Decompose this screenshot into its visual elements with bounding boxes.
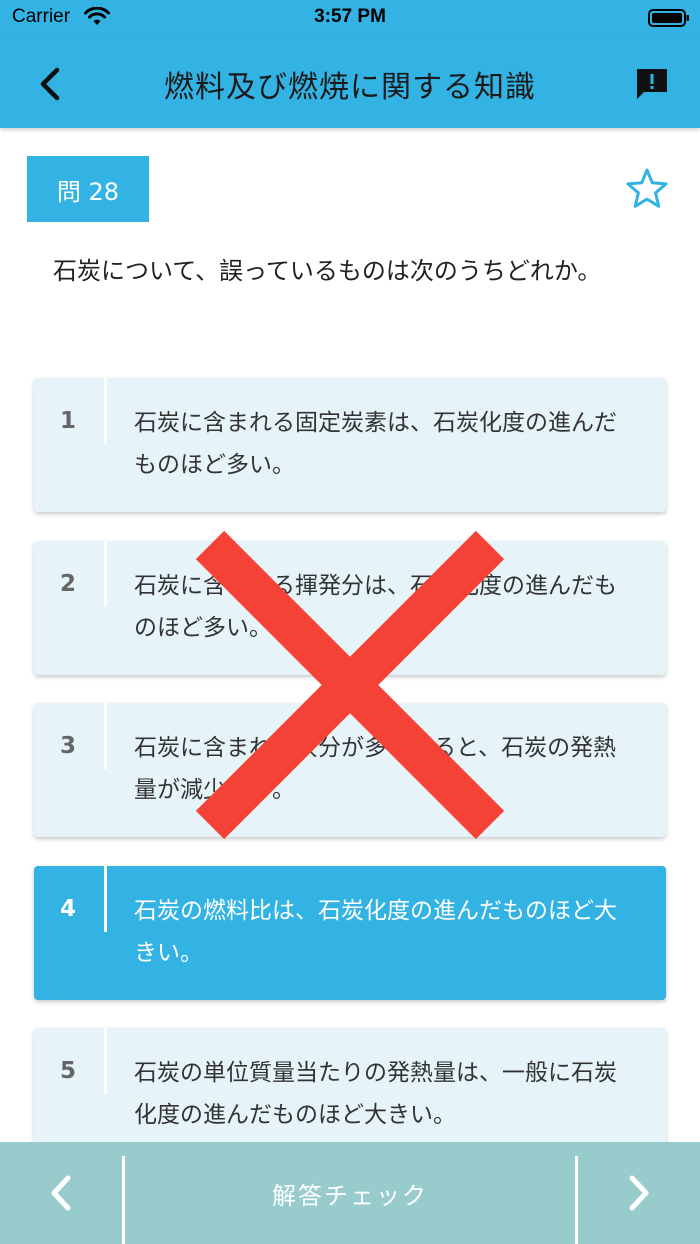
choice-number: 1 xyxy=(60,408,77,434)
choice-text: 石炭に含まれる固定炭素は、石炭化度の進んだものほど多い。 xyxy=(134,410,617,478)
choice-divider xyxy=(104,541,107,607)
choice-divider xyxy=(104,866,107,932)
choice-text: 石炭の単位質量当たりの発熱量は、一般に石炭化度の進んだものほど大きい。 xyxy=(134,1060,617,1128)
choice-number: 2 xyxy=(60,571,77,597)
report-button[interactable] xyxy=(630,62,674,106)
status-time: 3:57 PM xyxy=(314,6,386,27)
nav-bar: 燃料及び燃焼に関する知識 xyxy=(0,40,700,128)
report-bubble-icon xyxy=(637,69,667,99)
choice-2[interactable]: 2 石炭に含まれる揮発分は、石炭化度の進んだものほど多い。 xyxy=(34,541,666,675)
choice-number: 3 xyxy=(60,733,77,759)
back-button[interactable] xyxy=(28,62,72,106)
choice-text: 石炭に含まれる揮発分は、石炭化度の進んだものほど多い。 xyxy=(134,573,617,641)
question-number-badge: 問 28 xyxy=(27,156,149,222)
chevron-right-icon xyxy=(629,1175,649,1211)
chevron-left-icon xyxy=(40,67,60,101)
chevron-left-icon xyxy=(51,1175,71,1211)
previous-question-button[interactable] xyxy=(0,1142,122,1244)
star-outline-icon xyxy=(626,168,668,208)
battery-icon xyxy=(648,9,689,27)
choice-text: 石炭の燃料比は、石炭化度の進んだものほど大きい。 xyxy=(134,898,617,966)
choice-4[interactable]: 4 石炭の燃料比は、石炭化度の進んだものほど大きい。 xyxy=(34,866,666,1000)
choice-divider xyxy=(104,378,107,444)
status-bar: Carrier 3:57 PM xyxy=(0,0,700,40)
choice-divider xyxy=(104,703,107,769)
bottom-toolbar: 解答チェック xyxy=(0,1142,700,1244)
page-title: 燃料及び燃焼に関する知識 xyxy=(164,70,536,105)
question-text: 石炭について、誤っているものは次のうちどれか。 xyxy=(53,257,602,285)
check-answer-button[interactable]: 解答チェック xyxy=(125,1142,575,1244)
choice-number: 5 xyxy=(60,1058,77,1084)
choice-3[interactable]: 3 石炭に含まれる灰分が多くなると、石炭の発熱量が減少する。 xyxy=(34,703,666,837)
choice-1[interactable]: 1 石炭に含まれる固定炭素は、石炭化度の進んだものほど多い。 xyxy=(34,378,666,512)
next-question-button[interactable] xyxy=(578,1142,700,1244)
choice-number: 4 xyxy=(60,896,77,922)
favorite-button[interactable] xyxy=(624,166,670,212)
choice-text: 石炭に含まれる灰分が多くなると、石炭の発熱量が減少する。 xyxy=(134,735,617,803)
choice-divider xyxy=(104,1028,107,1094)
